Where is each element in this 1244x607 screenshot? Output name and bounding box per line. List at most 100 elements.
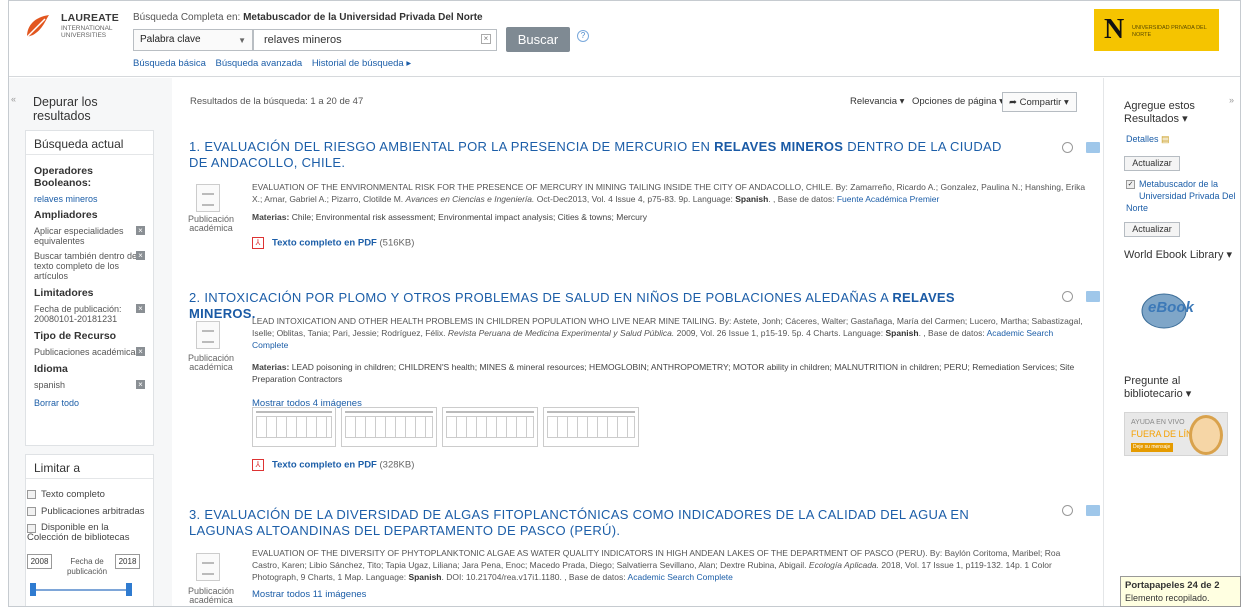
page: LAUREATE INTERNATIONAL UNIVERSITIES Búsq… — [8, 0, 1241, 607]
limiter-date: Fecha de publicación: 20080101-20181231 … — [26, 304, 153, 324]
peer-reviewed-checkbox[interactable] — [27, 506, 36, 516]
pdf-icon: ⅄ — [252, 237, 264, 249]
advanced-search-link[interactable]: Búsqueda avanzada — [216, 58, 303, 69]
share-icon: ➦ — [1009, 97, 1020, 108]
result-title[interactable]: 3. Evaluación de la diversidad de algas … — [189, 507, 1019, 539]
result-subjects: Materias: Chile; Environmental risk asse… — [252, 212, 647, 222]
clipboard-title: Portapapeles 24 de 2 — [1125, 580, 1220, 591]
database-link[interactable]: Academic Search Complete — [628, 572, 733, 582]
upn-logo-letter: N — [1104, 14, 1125, 45]
database-link[interactable]: Fuente Académica Premier — [837, 194, 940, 204]
result-abstract: LEAD INTOXICATION AND OTHER HEALTH PROBL… — [252, 316, 1083, 350]
page-options-dropdown[interactable]: Opciones de página ▾ — [912, 96, 1004, 107]
metabuscador-checkbox[interactable]: ✓ — [1126, 180, 1135, 189]
language-head: Idioma — [34, 363, 68, 375]
clear-search-icon[interactable]: × — [481, 34, 491, 44]
result-actions — [1062, 141, 1102, 155]
remove-icon[interactable]: × — [136, 251, 145, 260]
laureate-leaf-icon — [24, 15, 49, 40]
results-count: Resultados de la búsqueda: 1 a 20 de 47 — [190, 96, 364, 107]
result-abstract: EVALUATION OF THE DIVERSITY OF PHYTOPLAN… — [252, 548, 1061, 582]
clipboard-text: Elemento recopilado. — [1125, 593, 1210, 603]
date-slider-handle-start[interactable] — [30, 583, 36, 596]
academic-journal-icon — [196, 321, 220, 349]
logo-sub: INTERNATIONAL UNIVERSITIES — [61, 25, 113, 39]
collapse-right-icon[interactable]: » — [1229, 95, 1234, 105]
preview-icon[interactable] — [1062, 505, 1073, 516]
world-ebook-title[interactable]: World Ebook Library ▾ — [1124, 249, 1234, 262]
preview-icon[interactable] — [1062, 142, 1073, 153]
result-subjects: Materias: LEAD poisoning in children; CH… — [252, 362, 1075, 384]
pdf-fulltext-link[interactable]: ⅄ Texto completo en PDF (516KB) — [252, 237, 414, 249]
operator-value[interactable]: relaves mineros — [26, 194, 153, 204]
update-button-2[interactable]: Actualizar — [1124, 222, 1180, 237]
add-to-folder-icon[interactable] — [1086, 291, 1100, 302]
help-icon[interactable]: ? — [577, 30, 589, 42]
library-checkbox-row[interactable]: Disponible en la Colección de biblioteca… — [27, 523, 147, 543]
date-from-input[interactable]: 2008 — [27, 554, 52, 569]
result-actions — [1062, 290, 1102, 304]
result-title[interactable]: 1. Evaluación del riesgo ambiental por l… — [189, 139, 1019, 171]
header: LAUREATE INTERNATIONAL UNIVERSITIES Búsq… — [9, 1, 1240, 77]
remove-icon[interactable]: × — [136, 304, 145, 313]
image-thumbnail[interactable] — [543, 407, 639, 447]
clear-all-link[interactable]: Borrar todo — [26, 398, 153, 408]
current-search-panel: Búsqueda actual Operadores Booleanos: re… — [25, 130, 154, 446]
remove-icon[interactable]: × — [136, 380, 145, 389]
remove-icon[interactable]: × — [136, 347, 145, 356]
laureate-logo[interactable]: LAUREATE INTERNATIONAL UNIVERSITIES — [23, 11, 133, 45]
publication-type: Publicación académica — [187, 214, 235, 233]
refine-title: Depurar los resultados — [33, 95, 98, 123]
info-icon: ▤ — [1161, 134, 1170, 144]
search-input[interactable]: relaves mineros — [253, 29, 497, 51]
details-link[interactable]: Detalles ▤ — [1126, 134, 1170, 145]
logo-name: LAUREATE — [61, 12, 119, 24]
chevron-down-icon: ▼ — [238, 36, 246, 45]
basic-search-link[interactable]: Búsqueda básica — [133, 58, 206, 69]
publication-type: Publicación académica — [187, 586, 235, 605]
date-label: Fecha de publicación — [66, 557, 108, 576]
preview-icon[interactable] — [1062, 291, 1073, 302]
remove-icon[interactable]: × — [136, 226, 145, 235]
search-links: Búsqueda básica Búsqueda avanzada Histor… — [133, 58, 418, 69]
limit-to-title: Limitar a — [26, 455, 153, 479]
search-history-link[interactable]: Historial de búsqueda ▸ — [312, 58, 411, 69]
librarian-avatar — [1189, 415, 1223, 455]
search-scope-db: Metabuscador de la Universidad Privada D… — [243, 12, 483, 23]
image-thumbnail[interactable] — [252, 407, 336, 447]
upn-logo-text: UNIVERSIDAD PRIVADA DEL NORTE — [1132, 25, 1207, 38]
search-button[interactable]: Buscar — [506, 27, 570, 52]
operators-head: Operadores Booleanos: — [34, 165, 93, 189]
academic-journal-icon — [196, 553, 220, 581]
world-ebook-logo[interactable]: eBook — [1134, 289, 1204, 331]
share-button[interactable]: ➦ Compartir ▾ — [1002, 92, 1077, 112]
add-to-folder-icon[interactable] — [1086, 142, 1100, 153]
ask-librarian-title[interactable]: Pregunte al bibliotecario ▾ — [1124, 375, 1234, 401]
add-results-title[interactable]: Agregue estos Resultados ▾ — [1124, 100, 1234, 126]
search-scope-label: Búsqueda Completa en: Metabuscador de la… — [133, 12, 483, 23]
metabuscador-checkbox-row[interactable]: ✓ Metabuscador de la Universidad Privada… — [1126, 178, 1236, 214]
image-thumbnail[interactable] — [341, 407, 437, 447]
add-to-folder-icon[interactable] — [1086, 505, 1100, 516]
expander-fulltext: Buscar también dentro del texto completo… — [26, 251, 153, 281]
collapse-left-icon[interactable]: « — [11, 94, 16, 104]
pdf-fulltext-link[interactable]: ⅄ Texto completo en PDF (328KB) — [252, 459, 414, 471]
resource-type-head: Tipo de Recurso — [34, 330, 117, 342]
upn-logo[interactable]: N UNIVERSIDAD PRIVADA DEL NORTE — [1094, 9, 1219, 51]
fulltext-checkbox[interactable] — [27, 489, 36, 499]
relevance-dropdown[interactable]: Relevancia ▾ — [850, 96, 904, 107]
date-to-input[interactable]: 2018 — [115, 554, 140, 569]
language-item: spanish × — [26, 380, 153, 390]
date-slider-handle-end[interactable] — [126, 583, 132, 596]
image-thumbnail[interactable] — [442, 407, 538, 447]
current-search-title: Búsqueda actual — [26, 131, 153, 155]
update-button[interactable]: Actualizar — [1124, 156, 1180, 171]
results-list: Resultados de la búsqueda: 1 a 20 de 47 … — [184, 78, 1102, 606]
peer-reviewed-checkbox-row[interactable]: Publicaciones arbitradas — [27, 506, 145, 517]
show-images-link[interactable]: Mostrar todos 11 imágenes — [252, 589, 366, 600]
expanders-head: Ampliadores — [34, 209, 98, 221]
date-slider-track[interactable] — [33, 589, 129, 591]
fulltext-checkbox-row[interactable]: Texto completo — [27, 489, 105, 500]
live-chat-widget[interactable]: AYUDA EN VIVO FUERA DE LÍNEA Deje su men… — [1124, 412, 1228, 456]
field-select[interactable]: Palabra clave ▼ — [133, 29, 253, 51]
